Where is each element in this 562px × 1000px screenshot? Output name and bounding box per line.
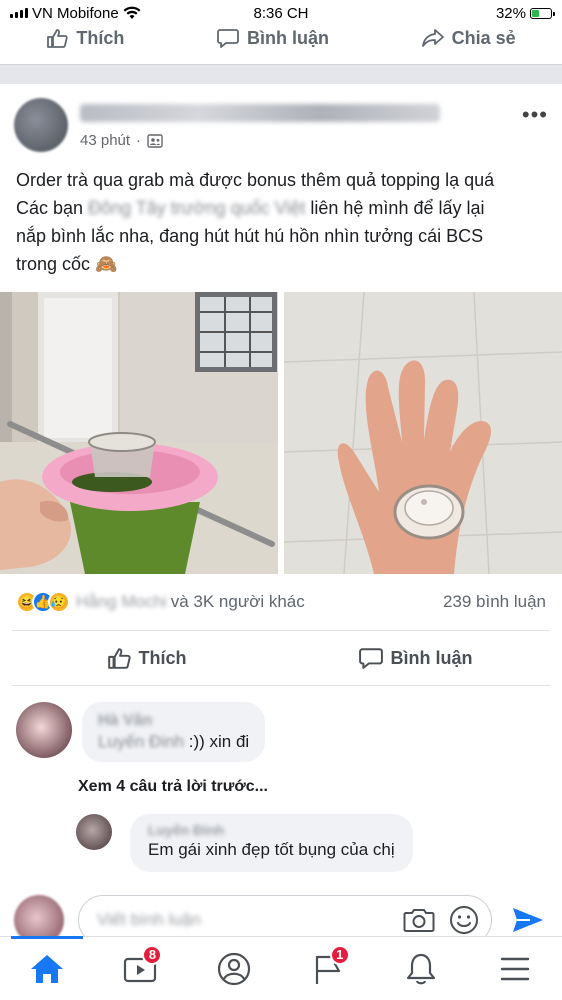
reaction-icons: 😆 👍 😥: [16, 591, 70, 613]
drink-cup-photo: [0, 292, 278, 574]
mention-blurred[interactable]: Luyến Đinh: [98, 732, 184, 751]
thumbs-up-icon: [47, 29, 68, 48]
post-text: Order trà qua grab mà được bonus thêm qu…: [0, 166, 562, 278]
replier-avatar[interactable]: [76, 814, 112, 850]
share-icon: [421, 29, 444, 47]
reply: Luyến Đinh Em gái xinh đẹp tốt bụng của …: [0, 814, 562, 872]
comment: Hà Vân Luyến Đinh :)) xin đi: [0, 702, 562, 762]
comments-count[interactable]: 239 bình luận: [443, 592, 546, 612]
meta-dot: ·: [136, 132, 142, 149]
post-text-line2: Các bạn Đông Tây trường quốc Việt liên h…: [16, 198, 485, 218]
signal-icon: [10, 8, 28, 18]
comment-label: Bình luận: [390, 647, 473, 668]
previous-post-actions: Thích Bình luận Chia sẻ: [0, 26, 562, 50]
post-actions: Thích Bình luận: [12, 630, 550, 686]
prev-like-label: Thích: [76, 27, 125, 48]
more-options-icon[interactable]: •••: [522, 102, 548, 128]
hand-cup-photo: [284, 292, 562, 574]
battery-percent: 32%: [495, 4, 526, 22]
tab-menu[interactable]: [485, 937, 545, 1000]
emoji-icon[interactable]: [449, 905, 479, 935]
author-name-blurred[interactable]: [80, 104, 440, 122]
replier-name-blurred[interactable]: Luyến Đinh: [148, 822, 395, 838]
photo-hand-cup[interactable]: [284, 292, 562, 574]
bell-icon: [407, 953, 436, 984]
tab-watch[interactable]: 8: [110, 937, 170, 1000]
post-header-text: 43 phút ·: [80, 98, 522, 149]
status-bar: VN Mobifone 8:36 CH 32%: [0, 0, 562, 26]
post-time[interactable]: 43 phút: [80, 132, 130, 149]
feed-separator: [0, 64, 562, 84]
pages-badge: 1: [329, 944, 350, 965]
home-icon: [30, 954, 63, 983]
photo-drink-cup[interactable]: [0, 292, 278, 574]
comment-input-placeholder: Viết bình luận: [97, 910, 201, 929]
post-text-line1: Order trà qua grab mà được bonus thêm qu…: [16, 170, 495, 190]
prev-like-button[interactable]: Thích: [46, 28, 124, 49]
camera-icon[interactable]: [403, 906, 435, 934]
prev-comment-label: Bình luận: [246, 27, 329, 48]
send-icon: [513, 908, 543, 932]
comment-bubble[interactable]: Hà Vân Luyến Đinh :)) xin đi: [82, 702, 266, 762]
reactions-bar[interactable]: 😆 👍 😥 Hằng Mochi và 3K người khác 239 bì…: [0, 574, 562, 630]
battery-status: 32%: [495, 4, 555, 22]
carrier-info: VN Mobifone: [10, 5, 141, 22]
commenter-avatar[interactable]: [16, 702, 72, 758]
thumbs-up-icon: [107, 648, 131, 669]
menu-icon: [500, 957, 530, 980]
reactor-names-blurred: Hằng Mochi: [76, 592, 167, 611]
send-button[interactable]: [508, 906, 548, 934]
reply-bubble[interactable]: Luyến Đinh Em gái xinh đẹp tốt bụng của …: [130, 814, 413, 872]
post-images: [0, 292, 562, 574]
tab-notifications[interactable]: [391, 937, 451, 1000]
commenter-name-blurred[interactable]: Hà Vân: [98, 712, 249, 730]
prev-comment-button[interactable]: Bình luận: [217, 28, 329, 49]
comment-button[interactable]: Bình luận: [281, 647, 550, 669]
tab-pages[interactable]: 1: [298, 937, 358, 1000]
like-label: Thích: [138, 647, 187, 668]
reply-text: Em gái xinh đẹp tốt bụng của chị: [148, 840, 395, 859]
view-previous-replies[interactable]: Xem 4 câu trả lời trước...: [0, 778, 562, 796]
prev-share-label: Chia sẻ: [451, 27, 516, 48]
sad-icon: 😥: [48, 591, 70, 613]
tab-home[interactable]: [10, 935, 83, 1000]
comment-icon: [358, 648, 383, 669]
prev-share-button[interactable]: Chia sẻ: [421, 27, 516, 49]
blurred-school-name: Đông Tây trường quốc Việt: [88, 198, 306, 218]
comment-text: Luyến Đinh :)) xin đi: [98, 732, 250, 751]
bottom-tab-bar: 8 1: [0, 935, 562, 1000]
post-header: 43 phút · •••: [0, 84, 562, 166]
author-avatar[interactable]: [14, 98, 68, 152]
like-button[interactable]: Thích: [12, 647, 281, 669]
post-text-line4: trong cốc 🙈: [16, 254, 118, 274]
tab-profile[interactable]: [204, 937, 264, 1000]
carrier-name: VN Mobifone: [32, 4, 119, 22]
reactors-others: và 3K người khác: [170, 592, 305, 611]
battery-icon: [530, 7, 555, 19]
post-meta: 43 phút ·: [80, 132, 522, 149]
wifi-icon: [123, 6, 141, 19]
comment-icon: [217, 29, 239, 48]
monkey-emoji: 🙈: [95, 254, 118, 274]
profile-icon: [218, 952, 251, 985]
post-text-line3: nắp bình lắc nha, đang hút hút hú hồn nh…: [16, 226, 484, 246]
watch-badge: 8: [142, 944, 163, 965]
friends-audience-icon: [147, 133, 163, 148]
